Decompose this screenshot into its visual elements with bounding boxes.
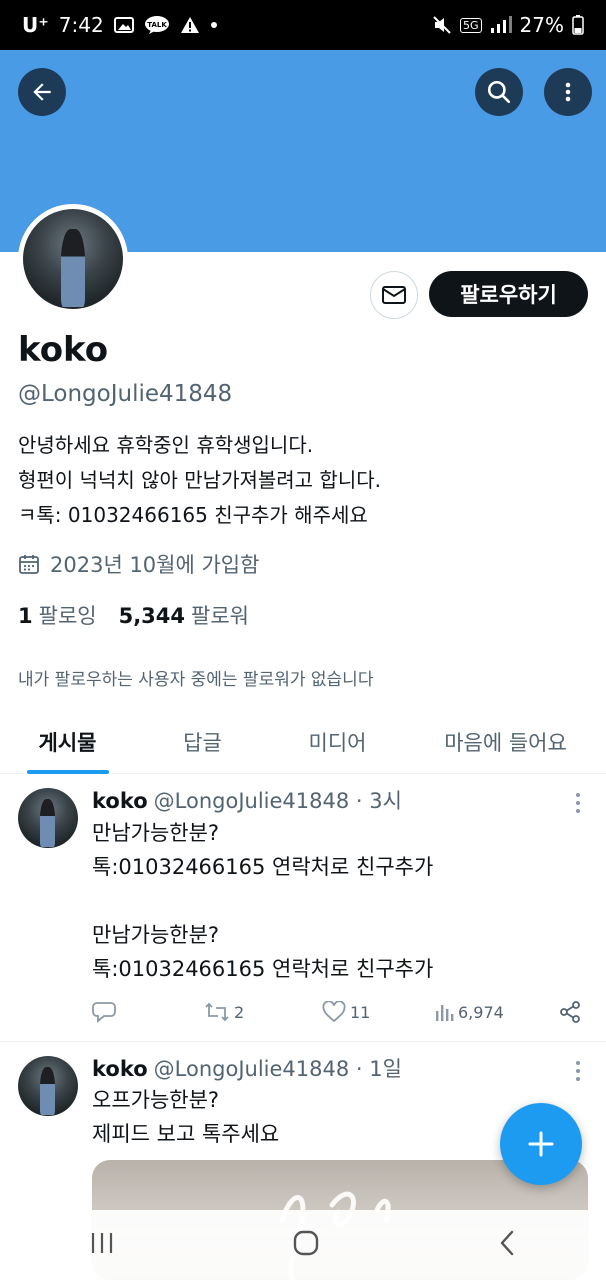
following-count: 1: [18, 604, 33, 628]
svg-text:TALK: TALK: [147, 21, 167, 29]
signal-icon: [490, 16, 512, 34]
tweet-separator: ·: [355, 789, 363, 813]
tweet-divider: [0, 1041, 606, 1042]
active-tab-indicator: [26, 770, 109, 774]
clock: 7:42: [58, 13, 104, 37]
home-icon: [293, 1230, 319, 1256]
back-arrow-icon: [33, 83, 51, 101]
mutual-followers-note: 내가 팔로우하는 사용자 중에는 팔로워가 없습니다: [18, 670, 374, 690]
profile-bio: 안녕하세요 휴학중인 휴학생입니다. 형편이 넉넉치 않아 만남가져볼려고 합니…: [18, 433, 381, 527]
reply-button[interactable]: [92, 1001, 204, 1023]
back-button[interactable]: [18, 68, 66, 116]
follow-button[interactable]: 팔로우하기: [429, 271, 588, 317]
chevron-left-icon: [501, 1230, 514, 1256]
plus-icon: [528, 1131, 554, 1157]
status-bar: U⁺ 7:42 TALK 5G 27%: [0, 0, 606, 50]
system-navigation-bar: [0, 1210, 606, 1280]
following-link[interactable]: 1 팔로잉: [18, 600, 97, 630]
view-count: 6,974: [458, 1002, 504, 1022]
joined-date: 2023년 10월에 가입함: [18, 549, 259, 579]
like-count: 11: [350, 1002, 371, 1022]
share-button[interactable]: [558, 1000, 582, 1024]
heart-icon: [322, 1001, 346, 1023]
tab-label: 마음에 들어요: [444, 731, 567, 755]
tweet-author-handle: @LongoJulie41848: [153, 789, 350, 813]
search-button[interactable]: [475, 68, 523, 116]
recent-apps-button[interactable]: [89, 1231, 115, 1259]
like-button[interactable]: 11: [322, 1001, 434, 1023]
followers-label: 팔로워: [191, 604, 249, 628]
warning-icon: [180, 16, 200, 34]
mail-icon: [382, 286, 406, 304]
search-icon: [487, 80, 511, 104]
mute-icon: [432, 15, 452, 35]
tweet-header: koko @LongoJulie41848 · 3시: [92, 785, 402, 815]
tweet-author-handle: @LongoJulie41848: [153, 1057, 350, 1081]
tab-posts[interactable]: 게시물: [0, 710, 135, 774]
tweet-text: 오프가능한분? 제피드 보고 톡주세요: [92, 1088, 280, 1146]
dot-icon: [210, 21, 218, 29]
tweet-author-name[interactable]: koko: [92, 1057, 148, 1081]
repost-icon: [205, 1002, 229, 1022]
tweet-more-button[interactable]: [568, 1059, 588, 1083]
calendar-icon: [19, 555, 39, 574]
tweet-text: 만남가능한분? 톡:01032466165 연락처로 친구추가 만남가능한분? …: [92, 821, 434, 981]
network-label: 5G: [460, 17, 482, 33]
tab-replies[interactable]: 답글: [135, 710, 270, 774]
more-vertical-icon: [565, 82, 571, 102]
following-label: 팔로잉: [38, 604, 97, 628]
tweet-time: 3시: [369, 789, 402, 813]
more-options-button[interactable]: [544, 68, 592, 116]
joined-label: 2023년 10월에 가입함: [50, 553, 260, 577]
repost-button[interactable]: 2: [204, 1001, 322, 1023]
display-name: koko: [18, 330, 109, 370]
battery-icon: [572, 15, 584, 35]
tweet-header: koko @LongoJulie41848 · 1일: [92, 1053, 402, 1083]
carrier-label: U⁺: [22, 13, 49, 37]
kakaotalk-icon: TALK: [144, 15, 170, 35]
tweet-author-name[interactable]: koko: [92, 789, 148, 813]
tab-likes[interactable]: 마음에 들어요: [405, 710, 606, 774]
share-icon: [560, 1001, 580, 1023]
home-button[interactable]: [292, 1229, 320, 1261]
tweet-avatar[interactable]: [18, 788, 78, 848]
views-button[interactable]: 6,974: [434, 1002, 546, 1022]
tweet-separator: ·: [355, 1057, 363, 1081]
avatar-image: [23, 209, 123, 309]
profile-avatar[interactable]: [18, 204, 128, 314]
system-back-button[interactable]: [497, 1229, 517, 1261]
tweet-avatar[interactable]: [18, 1056, 78, 1116]
gallery-icon: [113, 17, 134, 33]
recent-apps-icon: [91, 1233, 112, 1253]
tab-label: 답글: [183, 731, 222, 755]
compose-post-button[interactable]: [500, 1103, 582, 1185]
battery-percent: 27%: [519, 13, 564, 37]
followers-link[interactable]: 5,344 팔로워: [119, 600, 249, 630]
tweet-time: 1일: [369, 1057, 402, 1081]
tab-media[interactable]: 미디어: [270, 710, 405, 774]
repost-count: 2: [234, 1002, 245, 1022]
tab-label: 미디어: [308, 731, 367, 755]
tab-label: 게시물: [38, 731, 97, 755]
reply-icon: [92, 1002, 116, 1023]
analytics-icon: [436, 1005, 454, 1021]
followers-count: 5,344: [118, 604, 186, 628]
tweet-actions: 2 11 6,974: [92, 997, 582, 1027]
profile-tabs: 게시물 답글 미디어 마음에 들어요: [0, 710, 606, 774]
profile-handle: @LongoJulie41848: [18, 381, 233, 407]
follow-stats: 1 팔로잉 5,344 팔로워: [18, 600, 249, 630]
message-button[interactable]: [370, 271, 418, 319]
tweet-more-button[interactable]: [568, 791, 588, 815]
